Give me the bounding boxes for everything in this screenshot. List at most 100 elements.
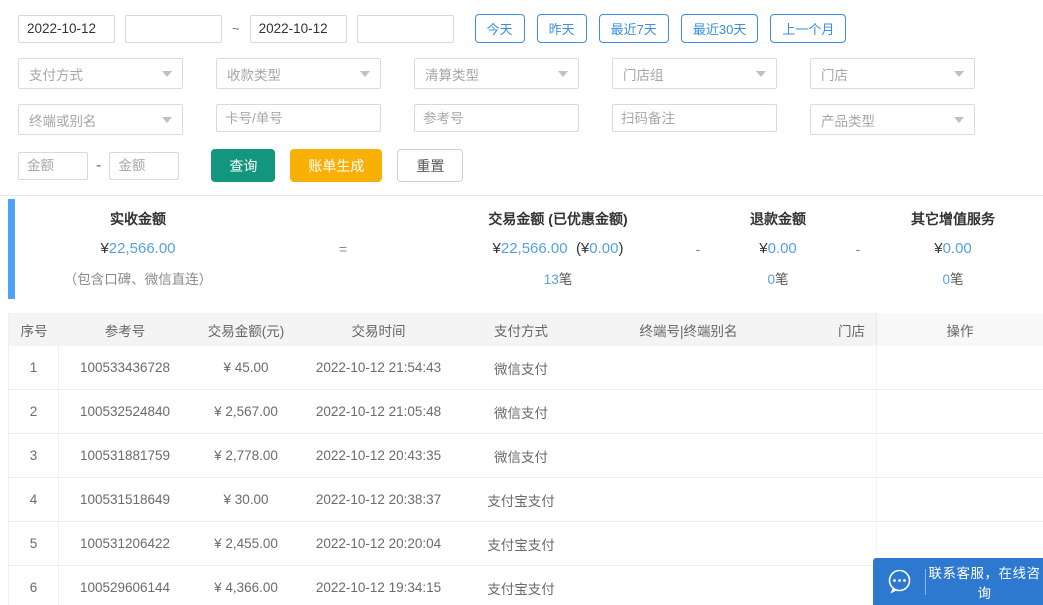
start-time-input[interactable] xyxy=(125,14,222,43)
cell-amount: ¥ 4,366.00 xyxy=(214,580,278,595)
store-select[interactable]: 门店 xyxy=(810,58,975,89)
header-payment-method: 支付方式 xyxy=(494,323,548,339)
customer-service-button[interactable]: 联系客服，在线咨询 xyxy=(873,558,1043,605)
cell-seq: 2 xyxy=(9,390,59,433)
product-type-placeholder: 产品类型 xyxy=(821,113,875,129)
scan-remark-input[interactable] xyxy=(612,104,777,132)
terminal-alias-select[interactable]: 终端或别名 xyxy=(18,104,183,135)
chevron-down-icon xyxy=(954,70,964,77)
cell-reference: 100531881759 xyxy=(79,448,171,463)
cell-payment-method: 支付宝支付 xyxy=(487,537,555,553)
table-row: 4 100531518649 ¥ 30.00 2022-10-12 20:38:… xyxy=(9,478,1043,522)
chevron-down-icon xyxy=(162,70,172,77)
header-seq: 序号 xyxy=(20,323,48,339)
equals-sign: = xyxy=(338,241,348,257)
cell-store xyxy=(791,390,876,433)
table-row: 1 100533436728 ¥ 45.00 2022-10-12 21:54:… xyxy=(9,346,1043,390)
amount-max-input[interactable] xyxy=(109,151,180,180)
received-amount-label: 实收金额 xyxy=(110,211,166,227)
cell-store xyxy=(791,434,876,477)
cell-terminal xyxy=(586,522,791,565)
quick-last7days-button[interactable]: 最近7天 xyxy=(598,14,669,43)
cell-amount: ¥ 2,567.00 xyxy=(214,404,278,419)
cell-seq: 6 xyxy=(9,566,59,605)
cell-seq: 1 xyxy=(9,346,59,389)
cell-action xyxy=(876,434,1043,477)
clearing-type-select[interactable]: 清算类型 xyxy=(414,58,579,89)
end-date-input[interactable] xyxy=(249,14,347,43)
cell-payment-method: 支付宝支付 xyxy=(487,493,555,509)
cell-action xyxy=(876,478,1043,521)
quick-date-buttons: 今天 昨天 最近7天 最近30天 上一个月 xyxy=(474,14,847,43)
summary-panel: 实收金额 交易金额 (已优惠金额) 退款金额 其它增值服务 ¥22,566.00… xyxy=(0,195,1043,304)
cell-amount: ¥ 30.00 xyxy=(223,492,269,507)
cell-terminal xyxy=(586,566,791,605)
cell-time: 2022-10-12 20:20:04 xyxy=(315,536,442,551)
end-time-input[interactable] xyxy=(356,14,454,43)
cell-payment-method: 支付宝支付 xyxy=(487,581,555,597)
table-row: 2 100532524840 ¥ 2,567.00 2022-10-12 21:… xyxy=(9,390,1043,434)
cell-reference: 100531518649 xyxy=(79,492,171,507)
amount-range-separator: - xyxy=(96,156,102,174)
header-store: 门店 xyxy=(838,323,865,339)
header-amount: 交易金额(元) xyxy=(207,323,285,339)
header-time: 交易时间 xyxy=(351,323,406,339)
cell-payment-method: 微信支付 xyxy=(494,449,548,465)
query-button[interactable]: 查询 xyxy=(211,149,276,182)
quick-yesterday-button[interactable]: 昨天 xyxy=(536,14,587,43)
payment-method-select[interactable]: 支付方式 xyxy=(18,58,183,89)
quick-last30days-button[interactable]: 最近30天 xyxy=(680,14,759,43)
header-reference: 参考号 xyxy=(104,323,146,339)
receipt-type-select[interactable]: 收款类型 xyxy=(216,58,381,89)
cell-reference: 100532524840 xyxy=(79,404,171,419)
refund-amount-label: 退款金额 xyxy=(750,211,806,227)
reset-button[interactable]: 重置 xyxy=(397,149,464,182)
cell-amount: ¥ 2,778.00 xyxy=(214,448,278,463)
generate-bill-button[interactable]: 账单生成 xyxy=(290,149,383,182)
cell-time: 2022-10-12 21:54:43 xyxy=(315,360,442,375)
trade-amount-value: ¥22,566.00 (¥0.00) xyxy=(492,240,624,257)
table-row: 3 100531881759 ¥ 2,778.00 2022-10-12 20:… xyxy=(9,434,1043,478)
cell-reference: 100533436728 xyxy=(79,360,171,375)
cell-terminal xyxy=(586,434,791,477)
cell-store xyxy=(791,478,876,521)
chevron-down-icon xyxy=(558,70,568,77)
card-number-input[interactable] xyxy=(216,104,381,132)
cell-terminal xyxy=(586,346,791,389)
store-group-placeholder: 门店组 xyxy=(623,67,664,83)
cell-action xyxy=(876,346,1043,389)
terminal-alias-placeholder: 终端或别名 xyxy=(29,113,97,129)
filter-row-2: 支付方式 收款类型 清算类型 门店组 门店 xyxy=(18,58,1043,89)
cell-reference: 100529606144 xyxy=(79,580,171,595)
chat-bubble-icon xyxy=(873,568,925,595)
product-type-select[interactable]: 产品类型 xyxy=(810,104,975,135)
vas-value: ¥0.00 xyxy=(934,240,972,257)
receipt-type-placeholder: 收款类型 xyxy=(227,67,281,83)
refund-amount-value: ¥0.00 xyxy=(759,240,797,257)
cell-time: 2022-10-12 19:34:15 xyxy=(315,580,442,595)
reference-number-input[interactable] xyxy=(414,104,579,132)
cell-payment-method: 微信支付 xyxy=(494,405,548,421)
trade-amount-label: 交易金额 (已优惠金额) xyxy=(488,211,628,227)
clearing-type-placeholder: 清算类型 xyxy=(425,67,479,83)
quick-today-button[interactable]: 今天 xyxy=(474,14,525,43)
chevron-down-icon xyxy=(756,70,766,77)
cell-reference: 100531206422 xyxy=(79,536,171,551)
quick-lastmonth-button[interactable]: 上一个月 xyxy=(770,14,847,43)
summary-accent-bar xyxy=(8,199,15,299)
cell-terminal xyxy=(586,390,791,433)
amount-min-input[interactable] xyxy=(18,151,88,180)
table-header-row: 序号 参考号 交易金额(元) 交易时间 支付方式 终端号|终端别名 门店 操作 xyxy=(9,313,1043,346)
received-amount-value: ¥22,566.00 xyxy=(100,240,176,257)
chevron-down-icon xyxy=(360,70,370,77)
chat-label: 联系客服，在线咨询 xyxy=(928,565,1041,601)
minus-sign: - xyxy=(855,241,861,257)
store-placeholder: 门店 xyxy=(821,67,848,83)
cell-action xyxy=(876,390,1043,433)
filter-row-3: 终端或别名 产品类型 xyxy=(18,104,1043,135)
cell-store xyxy=(791,566,876,605)
chevron-down-icon xyxy=(162,116,172,123)
cell-amount: ¥ 2,455.00 xyxy=(214,536,278,551)
store-group-select[interactable]: 门店组 xyxy=(612,58,777,89)
start-date-input[interactable] xyxy=(18,14,115,43)
